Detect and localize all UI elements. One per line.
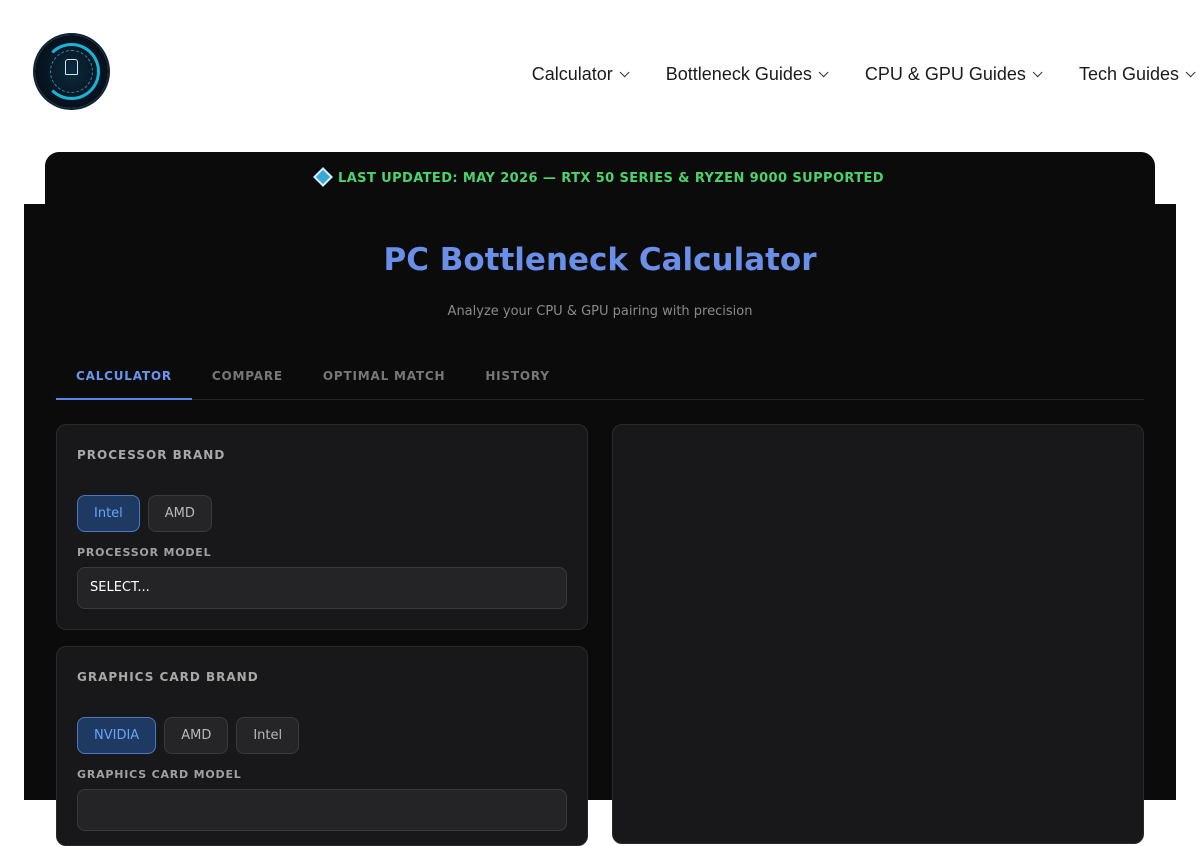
update-banner-text: LAST UPDATED: MAY 2026 — RTX 50 SERIES &… — [338, 171, 884, 186]
nav-item-calculator[interactable]: Calculator — [532, 64, 630, 85]
diamond-icon — [313, 167, 333, 187]
processor-brand-heading: PROCESSOR BRAND — [77, 448, 226, 462]
gpu-model-label: GRAPHICS CARD MODEL — [77, 768, 242, 781]
gpu-brand-buttons: NVIDIA AMD Intel — [77, 717, 307, 754]
chevron-down-icon — [1185, 67, 1196, 78]
update-banner: LAST UPDATED: MAY 2026 — RTX 50 SERIES &… — [45, 152, 1155, 212]
gpu-brand-nvidia-button[interactable]: NVIDIA — [77, 717, 157, 754]
tab-history[interactable]: HISTORY — [465, 364, 569, 400]
page-title: PC Bottleneck Calculator — [383, 242, 817, 278]
nav-item-bottleneck-guides[interactable]: Bottleneck Guides — [666, 64, 829, 85]
gpu-brand-amd-button[interactable]: AMD — [164, 717, 229, 754]
processor-model-label: PROCESSOR MODEL — [77, 546, 212, 559]
gpu-model-select[interactable] — [77, 789, 567, 831]
cpu-brand-amd-button[interactable]: AMD — [147, 495, 212, 532]
results-panel — [612, 424, 1144, 844]
tab-calculator[interactable]: CALCULATOR — [56, 364, 192, 400]
site-logo[interactable] — [35, 35, 108, 108]
tab-compare[interactable]: COMPARE — [192, 364, 303, 400]
chevron-down-icon — [619, 67, 630, 78]
page-subtitle: Analyze your CPU & GPU pairing with prec… — [447, 304, 753, 319]
processor-card: PROCESSOR BRAND Intel AMD PROCESSOR MODE… — [56, 424, 588, 630]
processor-model-select[interactable]: SELECT... — [77, 567, 567, 609]
tab-optimal-match[interactable]: OPTIMAL MATCH — [303, 364, 465, 400]
pc-case-icon — [65, 59, 78, 75]
calculator-panel: PC Bottleneck Calculator Analyze your CP… — [24, 204, 1176, 846]
gpu-brand-heading: GRAPHICS CARD BRAND — [77, 670, 259, 684]
chevron-down-icon — [1032, 67, 1043, 78]
chevron-down-icon — [818, 67, 829, 78]
processor-brand-buttons: Intel AMD — [77, 495, 220, 532]
nav-item-cpu-gpu-guides[interactable]: CPU & GPU Guides — [865, 64, 1043, 85]
nav-item-tech-guides[interactable]: Tech Guides — [1079, 64, 1196, 85]
main-nav: Calculator Bottleneck Guides CPU & GPU G… — [492, 64, 1200, 85]
gpu-card: GRAPHICS CARD BRAND NVIDIA AMD Intel GRA… — [56, 646, 588, 846]
tab-bar: CALCULATOR COMPARE OPTIMAL MATCH HISTORY — [56, 364, 1144, 400]
site-header: Calculator Bottleneck Guides CPU & GPU G… — [0, 0, 1200, 150]
cpu-brand-intel-button[interactable]: Intel — [77, 495, 140, 532]
gpu-brand-intel-button[interactable]: Intel — [236, 717, 300, 754]
